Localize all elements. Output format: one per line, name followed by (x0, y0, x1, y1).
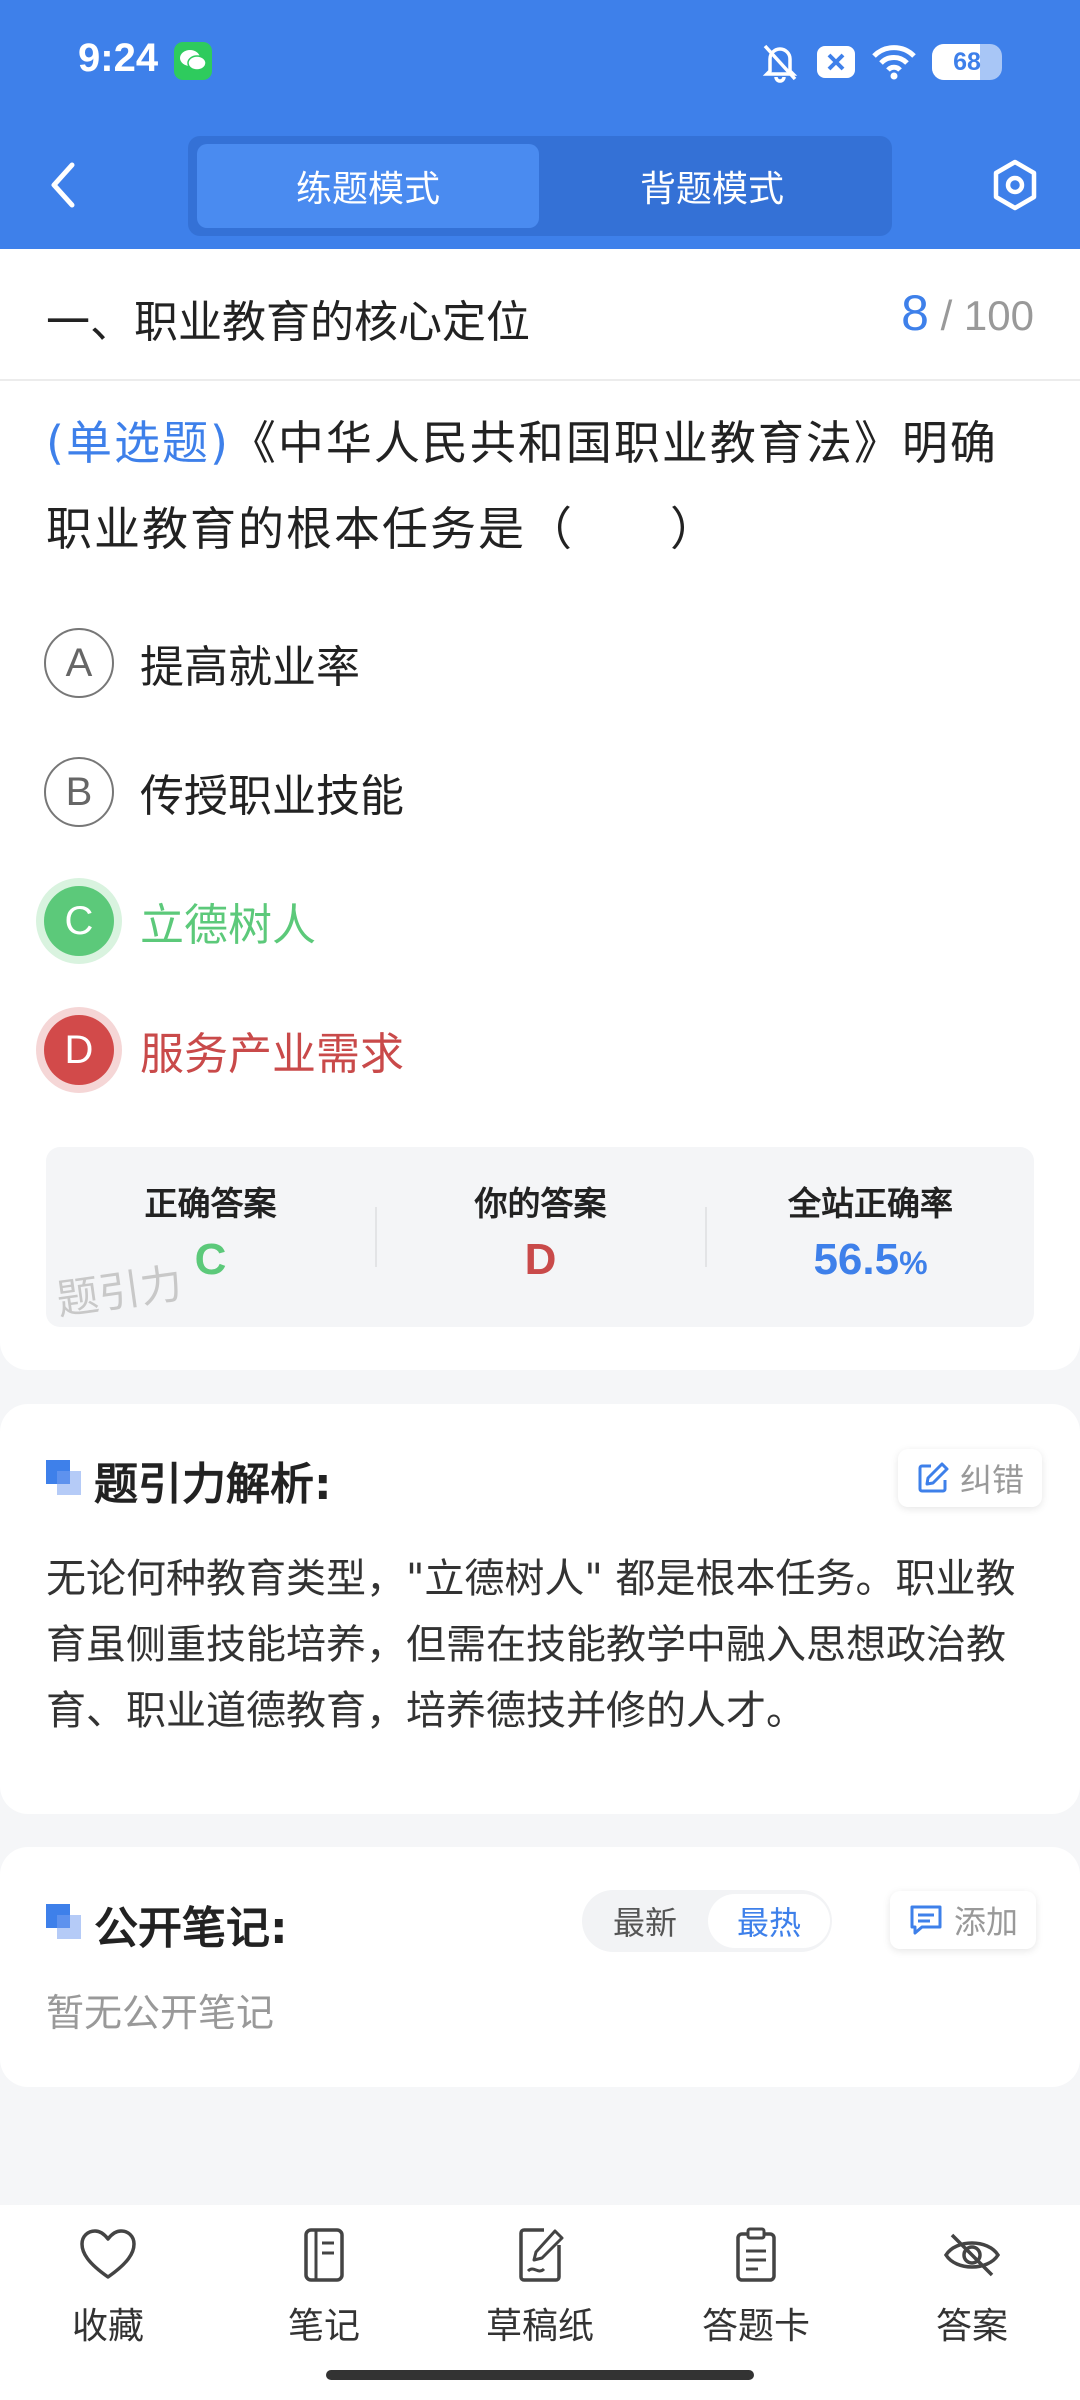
your-answer-value: D (524, 1235, 557, 1284)
close-box-icon (817, 46, 855, 78)
divider (0, 379, 1080, 381)
add-note-label: 添加 (954, 1903, 1019, 1941)
question-text: (单选题)《中华人民共和国职业教育法》明确职业教育的根本任务是（ ） (46, 400, 1042, 572)
your-answer-stat: 你的答案 D (376, 1147, 705, 1327)
question-type-tag: (单选题) (46, 416, 230, 470)
notes-sort-toggle: 最新 最热 (582, 1890, 832, 1952)
mute-icon (762, 44, 798, 83)
add-note-button[interactable]: 添加 (890, 1891, 1037, 1949)
answer-stats-panel: 正确答案 C 你的答案 D 全站正确率 56.5% (46, 1147, 1034, 1327)
option-text: 立德树人 (140, 900, 316, 951)
tab-recite-mode[interactable]: 背题模式 (541, 144, 883, 228)
wifi-icon (872, 45, 916, 80)
option-d[interactable]: D 服务产业需求 (44, 1010, 404, 1090)
status-bar: 9:24 68 (0, 0, 1080, 120)
option-text: 服务产业需求 (140, 1029, 404, 1080)
option-letter: C (44, 886, 114, 956)
favorite-label: 收藏 (71, 2306, 144, 2347)
status-time: 9:24 (78, 36, 159, 80)
section-icon (46, 1904, 82, 1940)
answer-card-label: 答题卡 (701, 2306, 810, 2347)
mode-switch: 练题模式 背题模式 (188, 136, 892, 236)
option-text: 提高就业率 (140, 642, 360, 693)
question-counter: 8 / 100 (901, 284, 1034, 342)
empty-notes-message: 暂无公开笔记 (46, 1991, 275, 2035)
wechat-icon (174, 42, 212, 80)
scratch-paper-button[interactable]: 草稿纸 (450, 2227, 630, 2349)
current-question-number: 8 (901, 285, 929, 341)
section-icon (46, 1460, 82, 1496)
accuracy-number: 56.5 (813, 1235, 900, 1284)
clipboard-icon (736, 2227, 776, 2282)
top-header: 9:24 68 练题模式 背题模式 (0, 0, 1080, 249)
total-questions: 100 (963, 292, 1034, 339)
eye-off-icon (943, 2233, 1001, 2277)
report-error-label: 纠错 (960, 1461, 1025, 1499)
notes-label: 笔记 (287, 2306, 360, 2347)
accuracy-stat: 全站正确率 56.5% (706, 1147, 1035, 1327)
option-a[interactable]: A 提高就业率 (44, 623, 360, 703)
counter-separator: / (940, 292, 953, 339)
notes-title: 公开笔记: (94, 1903, 288, 1954)
answer-card-button[interactable]: 答题卡 (666, 2227, 846, 2349)
notebook-icon (304, 2228, 344, 2282)
battery-icon: 68 (932, 44, 1002, 80)
sort-hottest[interactable]: 最热 (708, 1894, 830, 1948)
accuracy-value: 56.5% (706, 1235, 1035, 1285)
analysis-text: 无论何种教育类型，"立德树人" 都是根本任务。职业教育虽侧重技能培养，但需在技能… (46, 1556, 1016, 1734)
notes-button[interactable]: 笔记 (234, 2227, 414, 2349)
accuracy-label: 全站正确率 (788, 1184, 953, 1223)
analysis-title: 题引力解析: (94, 1459, 332, 1510)
section-title: 一、职业教育的核心定位 (46, 297, 530, 348)
battery-level: 68 (953, 47, 981, 76)
option-c[interactable]: C 立德树人 (44, 881, 316, 961)
option-letter: D (44, 1015, 114, 1085)
show-answer-label: 答案 (935, 2306, 1008, 2347)
tab-practice-mode[interactable]: 练题模式 (197, 144, 539, 228)
option-text: 传授职业技能 (140, 771, 404, 822)
your-answer-label: 你的答案 (474, 1184, 607, 1223)
option-letter: A (44, 628, 114, 698)
comment-icon (910, 1905, 942, 1935)
heart-icon (80, 2229, 136, 2279)
status-icons: 68 (760, 40, 1002, 84)
option-letter: B (44, 757, 114, 827)
scratch-paper-label: 草稿纸 (485, 2306, 594, 2347)
correct-answer-label: 正确答案 (144, 1184, 277, 1223)
home-indicator[interactable] (326, 2370, 754, 2380)
back-icon[interactable] (40, 155, 90, 215)
favorite-button[interactable]: 收藏 (18, 2227, 198, 2349)
notes-card (0, 1847, 1080, 2087)
settings-icon[interactable] (990, 158, 1040, 212)
draft-icon (519, 2228, 564, 2282)
option-b[interactable]: B 传授职业技能 (44, 752, 404, 832)
report-error-button[interactable]: 纠错 (898, 1449, 1043, 1507)
edit-icon (918, 1462, 949, 1493)
accuracy-unit: % (899, 1245, 928, 1281)
sort-newest[interactable]: 最新 (584, 1890, 706, 1952)
show-answer-button[interactable]: 答案 (882, 2227, 1062, 2349)
